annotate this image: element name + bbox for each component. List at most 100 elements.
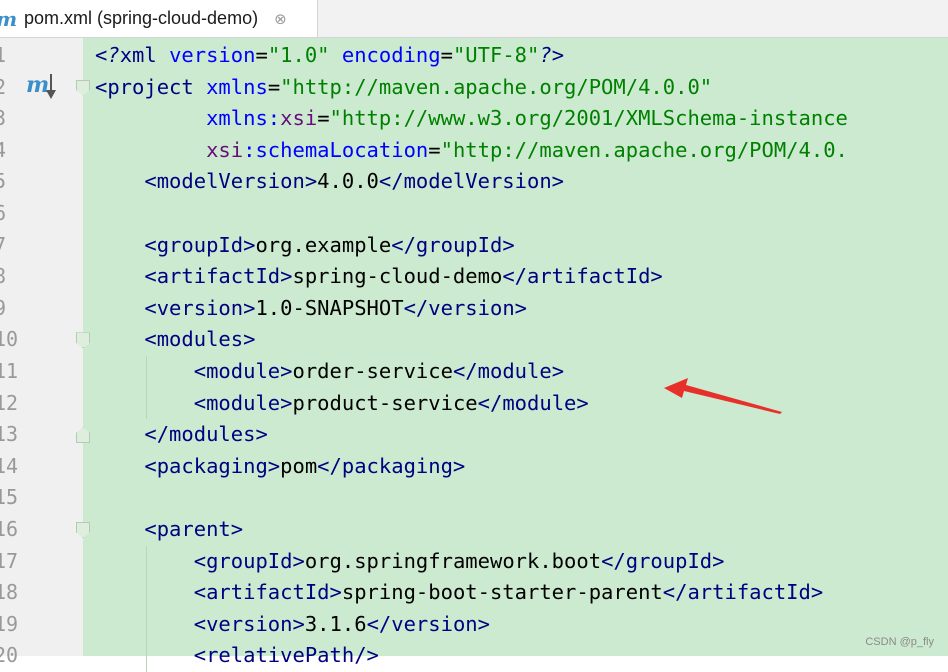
tab-label: pom.xml (spring-cloud-demo) [24,8,259,28]
line-number: 1 [0,43,7,67]
line-number: 3 [0,106,7,131]
code-token-tag: <parent> [144,517,244,541]
code-token-ns: xsi [280,106,318,131]
code-token-tag: </groupId> [601,548,725,573]
code-token-val: "http://www.w3.org/2001/XMLSchema-instan… [329,106,848,131]
code-token-plain: pom [280,453,318,478]
code-line: <?xml version="1.0" encoding="UTF-8"?> [95,40,564,72]
code-token-tag: <groupId> [144,232,256,257]
close-icon[interactable]: ⊗ [274,10,287,28]
line-number: 8 [0,264,7,289]
code-token-tag: </artifactId> [662,580,824,605]
code-token-attr: xmlns: [206,106,281,131]
maven-m-icon: m [0,7,18,31]
code-line: <module>order-service</module> [95,356,564,388]
line-number: 11 [0,359,19,383]
code-token-plain: 3.1.6 [304,611,367,636]
annotation-arrow [664,378,782,414]
code-line: <parent> [95,514,243,546]
code-token-tag: <packaging> [144,453,281,478]
line-number: 4 [0,137,7,162]
code-token-tag: </module> [452,359,565,383]
code-token-plain: = [267,74,281,99]
line-number: 20 [0,643,19,668]
code-token-plain: = [317,106,330,131]
code-line: <project xmlns="http://maven.apache.org/… [95,72,712,104]
code-token-tag: <version> [144,295,256,320]
tab-pom-xml[interactable]: m pom.xml (spring-cloud-demo) ⊗ [0,0,318,37]
line-number: 7 [0,232,7,257]
code-token-ns: xsi [206,137,244,162]
editor-tab-bar: m pom.xml (spring-cloud-demo) ⊗ [0,0,948,38]
code-token-tag: <version> [193,611,305,636]
code-token-tag: <module> [193,390,293,415]
line-number: 13 [0,422,19,447]
code-line: <modules> [95,324,255,356]
arrow-down-icon [46,74,56,99]
code-token-plain: spring-boot-starter-parent [341,580,663,605]
code-token-attr: encoding [341,43,441,67]
line-number: 9 [0,295,7,320]
code-token-pi: <? [95,43,120,67]
code-token-val: "http://maven.apache.org/POM/4.0. [440,137,848,162]
code-line: </modules> [95,419,268,451]
code-line: <module>product-service</module> [95,388,589,420]
line-number: 14 [0,453,19,478]
code-token-tag: </packaging> [317,453,466,478]
line-number-gutter[interactable]: 1 2 3 4 5 6 7 8 9 10 11 12 13 14 15 16 17 18 19 20 [0,38,83,667]
line-number: 19 [0,611,19,636]
code-token-plain: order-service [292,359,453,383]
code-token-tag: <relativePath/> [193,643,379,668]
code-line: <version>3.1.6</version> [95,609,490,641]
code-line: <artifactId>spring-cloud-demo</artifactI… [95,261,662,293]
code-line: <packaging>pom</packaging> [95,451,465,483]
code-token-plain: = [440,43,453,67]
line-number: 18 [0,580,19,605]
code-token-tag: <module> [193,359,293,383]
code-token-val: "1.0" [267,43,330,67]
code-line: <groupId>org.springframework.boot</group… [95,546,725,578]
code-token-tag: </version> [366,611,490,636]
code-line: <relativePath/> [95,640,379,672]
code-token-plain: org.springframework.boot [304,548,602,573]
code-token-plain: = [428,137,441,162]
line-number: 10 [0,327,19,352]
indent-guide [146,356,147,420]
watermark: CSDN @p_fly [865,636,934,648]
line-number: 15 [0,485,19,510]
code-token-tag: xml [119,43,170,67]
code-token-plain: 1.0-SNAPSHOT [255,295,404,320]
code-token-val: "UTF-8" [452,43,540,67]
code-token-tag: <project [95,74,207,99]
code-token-plain: = [255,43,268,67]
code-line: xmlns:xsi="http://www.w3.org/2001/XMLSch… [95,103,848,135]
code-token-tag: </modules> [144,422,268,447]
code-token-plain: spring-cloud-demo [292,264,503,289]
code-token-plain: org.example [255,232,392,257]
code-token-tag: </modelVersion> [378,169,565,194]
code-token-tag: <groupId> [193,548,305,573]
code-token-attr: :schemaLocation [243,137,429,162]
code-token-plain: 4.0.0 [317,169,379,194]
code-line: <modelVersion>4.0.0</modelVersion> [95,166,564,198]
code-token-tag: <modelVersion> [144,169,318,194]
line-number: 2 [0,74,7,99]
code-line: <groupId>org.example</groupId> [95,230,514,262]
code-token-tag: </module> [477,390,589,415]
line-number: 12 [0,390,19,415]
line-number: 16 [0,517,19,541]
